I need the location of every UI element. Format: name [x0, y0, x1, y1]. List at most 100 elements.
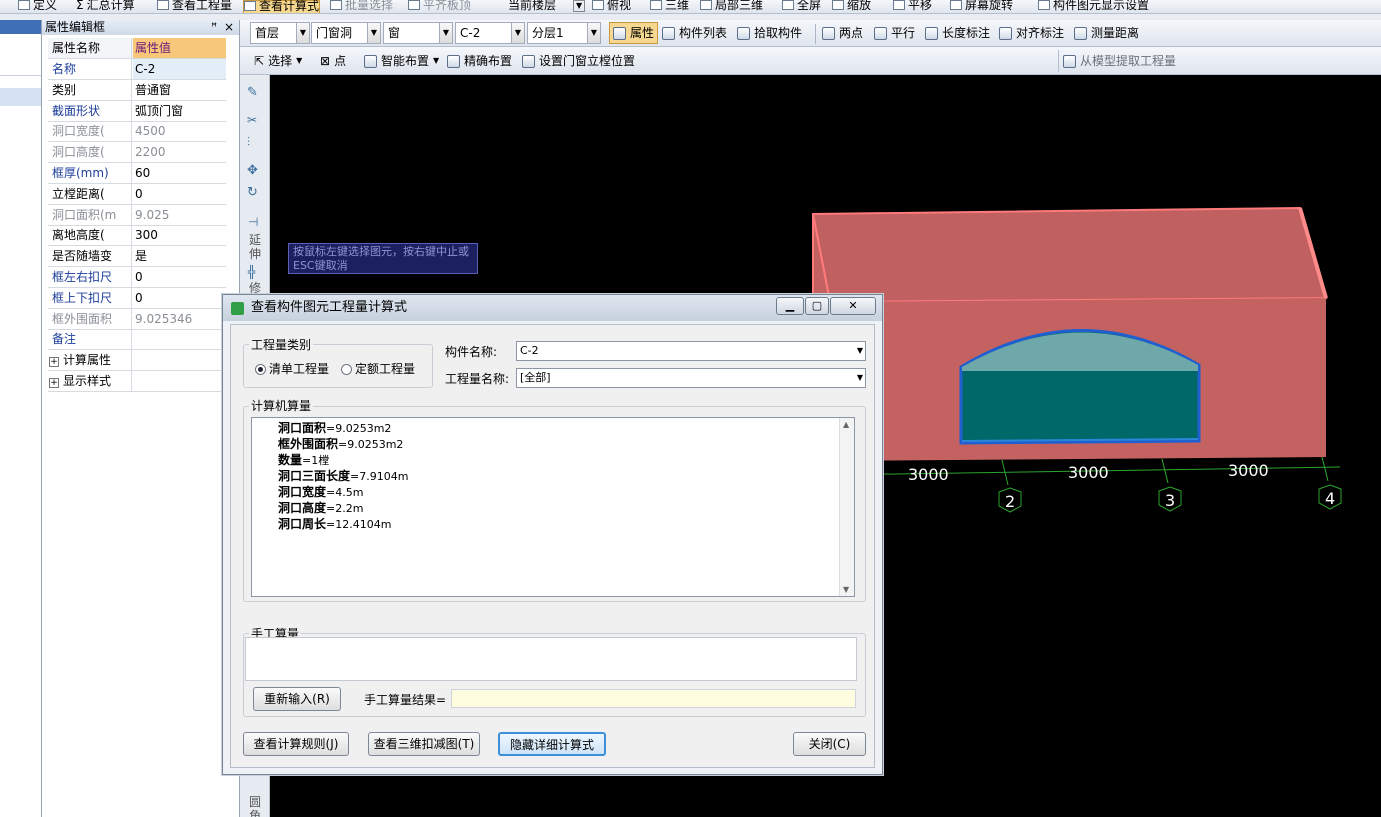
hide-detail-formula-button[interactable]: 隐藏详细计算式 — [498, 732, 606, 756]
batch-select-button[interactable]: 批量选择 — [330, 0, 393, 13]
property-row[interactable]: + 计算属性 — [48, 350, 226, 372]
scroll-down-icon[interactable]: ▼ — [843, 585, 849, 594]
properties-button[interactable]: 属性 — [609, 22, 659, 44]
property-row[interactable]: + 显示样式 — [48, 371, 226, 392]
local-3d-button[interactable]: 局部三维 — [700, 0, 763, 13]
property-row[interactable]: 备注 — [48, 329, 226, 351]
expand-icon[interactable]: + — [49, 357, 59, 368]
component-list-button[interactable]: 构件列表 — [662, 22, 727, 44]
property-value[interactable]: 是 — [133, 246, 226, 266]
define-button[interactable]: 定义 — [18, 0, 57, 13]
minimize-icon[interactable]: ▁ — [776, 297, 804, 315]
aligned-dimension-button[interactable]: 对齐标注 — [999, 22, 1064, 44]
length-dimension-button[interactable]: 长度标注 — [925, 22, 990, 44]
current-floor-select[interactable]: 当前楼层 ▼ — [508, 0, 586, 13]
radio-bill-quantity[interactable]: 清单工程量 — [255, 360, 329, 377]
align-slab-top-button[interactable]: 平齐板顶 — [408, 0, 471, 13]
fullscreen-button[interactable]: 全屏 — [782, 0, 821, 13]
smart-layout-button[interactable]: 智能布置 ▼ — [364, 50, 439, 72]
property-row[interactable]: 立樘距离(0 — [48, 183, 226, 205]
property-value[interactable]: 9.025346 — [133, 309, 226, 329]
view-formula-button[interactable]: 查看计算式 — [243, 0, 321, 13]
component-name-combo[interactable]: C-2 ▼ — [516, 341, 866, 361]
display-settings-button[interactable]: 构件图元显示设置 — [1038, 0, 1149, 13]
property-row[interactable]: 洞口高度(2200 — [48, 142, 226, 164]
type-select[interactable]: 窗 ▼ — [383, 22, 453, 44]
3d-view-button[interactable]: 三维 — [650, 0, 689, 13]
summary-calc-button[interactable]: Σ 汇总计算 — [76, 0, 135, 13]
rotate-icon[interactable]: ↻ — [247, 185, 258, 200]
measure-distance-button[interactable]: 测量距离 — [1074, 22, 1139, 44]
property-row[interactable]: 截面形状 弧顶门窗 — [48, 100, 226, 122]
property-row[interactable]: 洞口面积(m 9.025 — [48, 204, 226, 226]
property-row[interactable]: 名称 C-2 — [48, 59, 226, 80]
scroll-up-icon[interactable]: ▲ — [843, 420, 849, 429]
manual-calc-input[interactable] — [245, 637, 857, 681]
property-row[interactable]: 框左右扣尺 0 — [48, 267, 226, 288]
scissors-icon[interactable]: ✂ — [247, 113, 257, 127]
property-value[interactable]: 0 — [133, 267, 226, 287]
select-button[interactable]: ⇱ 选择 ▼ — [254, 50, 302, 72]
quantity-name-label: 工程量名称: — [445, 372, 510, 386]
reenter-button[interactable]: 重新输入(R) — [253, 687, 341, 711]
point-button[interactable]: ⊠ 点 — [320, 50, 346, 72]
property-row[interactable]: 框外围面积 9.025346 — [48, 308, 226, 330]
dialog-titlebar[interactable]: 查看构件图元工程量计算式 ▁ ▢ ✕ — [223, 295, 882, 321]
set-frame-position-button[interactable]: 设置门窗立樘位置 — [522, 50, 635, 72]
property-value[interactable]: 0 — [133, 288, 226, 308]
property-row[interactable]: 类别 普通窗 — [48, 79, 226, 101]
view-3d-deduction-button[interactable]: 查看三维扣减图(T) — [368, 732, 480, 756]
manual-result-field[interactable] — [451, 689, 856, 708]
property-value[interactable] — [133, 350, 226, 370]
extract-quantity-button[interactable]: 从模型提取工程量 — [1058, 50, 1176, 72]
nav-selected-item[interactable] — [0, 88, 41, 106]
property-value[interactable]: 60 — [133, 163, 226, 183]
close-button[interactable]: 关闭(C) — [793, 732, 866, 756]
property-value[interactable]: 4500 — [133, 121, 226, 141]
modify-button[interactable]: 修 — [249, 281, 263, 295]
property-value[interactable] — [133, 329, 226, 349]
maximize-icon[interactable]: ▢ — [805, 297, 829, 315]
property-value[interactable]: 普通窗 — [133, 80, 226, 100]
parallel-button[interactable]: 平行 — [874, 22, 915, 44]
quantity-name-combo[interactable]: [全部] ▼ — [516, 368, 866, 388]
property-row[interactable]: 是否随墙变是 — [48, 246, 226, 268]
property-value[interactable]: 2200 — [133, 142, 226, 162]
precise-layout-button[interactable]: 精确布置 — [447, 50, 512, 72]
view-rules-button[interactable]: 查看计算规则(J) — [243, 732, 349, 756]
property-value[interactable]: 弧顶门窗 — [133, 101, 226, 121]
property-value[interactable]: 9.025 — [133, 205, 226, 225]
property-row[interactable]: 洞口宽度(4500 — [48, 121, 226, 143]
close-icon[interactable]: × — [224, 20, 234, 35]
move-icon[interactable]: ✥ — [247, 163, 258, 178]
two-point-button[interactable]: 两点 — [822, 22, 863, 44]
zoom-button[interactable]: 缩放 — [832, 0, 871, 13]
mirror-icon[interactable]: ⫶ — [247, 135, 250, 150]
calc-formula-box[interactable]: 洞口面积=9.0253m2 框外围面积=9.0253m2 数量=1樘 洞口三面长度=7… — [251, 417, 855, 597]
extend-button[interactable]: 延伸 — [249, 233, 263, 261]
property-value[interactable] — [133, 371, 226, 391]
component-select[interactable]: C-2 ▼ — [455, 22, 525, 44]
property-value[interactable]: 300 — [133, 225, 226, 245]
rotate-screen-button[interactable]: 屏幕旋转 — [950, 0, 1013, 13]
property-row[interactable]: 框厚(mm) 60 — [48, 163, 226, 184]
top-view-button[interactable]: 俯视 — [592, 0, 631, 13]
view-quantity-button[interactable]: 查看工程量 — [157, 0, 232, 13]
layer-select[interactable]: 分层1 ▼ — [527, 22, 601, 44]
pin-icon[interactable]: ꟸ — [211, 20, 217, 35]
pick-component-button[interactable]: 拾取构件 — [737, 22, 802, 44]
pan-button[interactable]: 平移 — [893, 0, 932, 13]
brush-icon[interactable]: ✎ — [247, 85, 258, 100]
radio-quota-quantity[interactable]: 定额工程量 — [341, 360, 415, 377]
category-select[interactable]: 门窗洞 ▼ — [311, 22, 381, 44]
expand-icon[interactable]: + — [49, 378, 59, 388]
property-value[interactable]: C-2 — [133, 59, 226, 79]
property-row[interactable]: 离地高度(300 — [48, 225, 226, 247]
chevron-down-icon: ▼ — [856, 373, 863, 382]
close-icon[interactable]: ✕ — [830, 297, 876, 315]
floor-select[interactable]: 首层 ▼ — [250, 22, 310, 44]
property-value[interactable]: 0 — [133, 184, 226, 204]
fillet-button[interactable]: 圆角 — [249, 795, 263, 817]
property-row[interactable]: 框上下扣尺 0 — [48, 287, 226, 309]
calc-scrollbar[interactable]: ▲ ▼ — [839, 418, 854, 596]
